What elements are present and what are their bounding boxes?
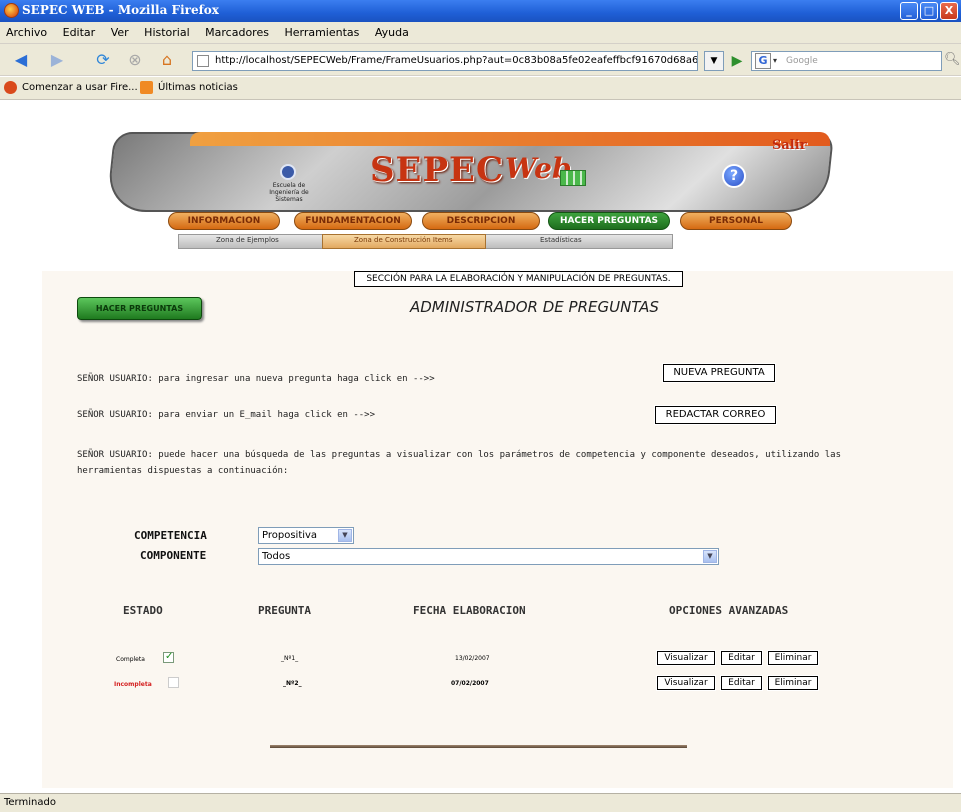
question-date: 07/02/2007: [451, 680, 489, 687]
page-icon: [197, 55, 209, 67]
window-titlebar[interactable]: SEPEC WEB - Mozilla Firefox _ □ X: [0, 0, 961, 22]
status-text: Terminado: [4, 797, 56, 808]
status-bar: Terminado: [0, 793, 961, 812]
menu-bar: Archivo Editar Ver Historial Marcadores …: [0, 22, 961, 44]
close-button[interactable]: X: [940, 2, 958, 20]
menu-marcadores[interactable]: Marcadores: [199, 22, 275, 39]
menu-historial[interactable]: Historial: [138, 22, 195, 39]
search-message-line1: SEÑOR USUARIO: puede hacer una búsqueda …: [77, 450, 842, 460]
componente-value: Todos: [262, 551, 291, 562]
compose-email-button[interactable]: REDACTAR CORREO: [654, 405, 777, 425]
banner-orange-stripe: [190, 132, 830, 146]
minimize-button[interactable]: _: [900, 2, 918, 20]
bookmark-latest-news[interactable]: Últimas noticias: [158, 82, 238, 93]
header-opciones: OPCIONES AVANZADAS: [669, 604, 789, 617]
bookmarks-bar: Comenzar a usar Fire... Últimas noticias: [0, 77, 961, 100]
competencia-value: Propositiva: [262, 530, 318, 541]
back-arrow-icon[interactable]: ◀: [10, 51, 32, 69]
chevron-down-icon[interactable]: ▼: [703, 550, 717, 563]
componente-label: COMPONENTE: [140, 549, 207, 562]
firefox-icon: [4, 3, 19, 18]
menu-archivo[interactable]: Archivo: [0, 22, 53, 39]
editar-button[interactable]: Editar: [720, 650, 763, 666]
question-number: _Nº2_: [283, 680, 302, 687]
section-tooltip: SECCIÓN PARA LA ELABORACIÓN Y MANIPULACI…: [354, 271, 683, 287]
visualizar-button[interactable]: Visualizar: [656, 675, 716, 691]
search-placeholder: Google: [786, 56, 818, 66]
school-logo-text: Escuela de Ingeniería de Sistemas: [269, 182, 309, 203]
menu-editar[interactable]: Editar: [57, 22, 102, 39]
battery-bars-icon: [560, 170, 586, 186]
divider: [270, 745, 687, 748]
navigation-toolbar: ◀ ▶ ⟳ ⊗ ⌂ http://localhost/SEPECWeb/Fram…: [0, 44, 961, 76]
subtab-zona-ejemplos[interactable]: Zona de Ejemplos: [216, 236, 279, 244]
go-arrow-icon[interactable]: ▶: [728, 51, 746, 71]
header-pregunta: PREGUNTA: [258, 604, 311, 617]
eliminar-button[interactable]: Eliminar: [767, 675, 819, 691]
search-engine-dropdown-icon[interactable]: ▾: [773, 52, 777, 70]
visualizar-button[interactable]: Visualizar: [656, 650, 716, 666]
tab-fundamentacion[interactable]: FUNDAMENTACION: [294, 212, 412, 230]
editar-button[interactable]: Editar: [720, 675, 763, 691]
status-text: Incompleta: [114, 681, 152, 688]
question-number: _Nº1_: [281, 655, 299, 662]
competencia-select[interactable]: Propositiva ▼: [258, 527, 354, 544]
menu-ayuda[interactable]: Ayuda: [369, 22, 415, 39]
tab-personal[interactable]: PERSONAL: [680, 212, 792, 230]
school-logo-icon: [280, 164, 296, 180]
stop-icon[interactable]: ⊗: [124, 51, 146, 69]
question-date: 13/02/2007: [455, 655, 490, 662]
tab-hacer-preguntas[interactable]: HACER PREGUNTAS: [548, 212, 670, 230]
help-icon[interactable]: ?: [722, 164, 746, 188]
salir-button[interactable]: Salir: [772, 138, 807, 153]
menu-herramientas[interactable]: Herramientas: [278, 22, 365, 39]
componente-select[interactable]: Todos ▼: [258, 548, 719, 565]
google-icon[interactable]: G: [755, 53, 771, 69]
eliminar-button[interactable]: Eliminar: [767, 650, 819, 666]
search-field[interactable]: G ▾ Google: [751, 51, 942, 71]
window-title: SEPEC WEB - Mozilla Firefox: [22, 3, 219, 17]
menu-ver[interactable]: Ver: [105, 22, 135, 39]
tab-descripcion[interactable]: DESCRIPCION: [422, 212, 540, 230]
chevron-down-icon[interactable]: ▼: [338, 529, 352, 542]
new-question-message: SEÑOR USUARIO: para ingresar una nueva p…: [77, 374, 435, 384]
header-estado: ESTADO: [123, 604, 163, 617]
new-question-button[interactable]: NUEVA PREGUNTA: [662, 363, 776, 383]
status-checkbox[interactable]: [163, 651, 174, 663]
subtab-estadisticas[interactable]: Estadísticas: [540, 236, 582, 244]
status-text: Completa: [116, 656, 145, 663]
url-dropdown-button[interactable]: ▼: [704, 51, 724, 71]
search-message-line2: herramientas dispuestas a continuación:: [77, 466, 289, 476]
competencia-label: COMPETENCIA: [134, 529, 207, 542]
url-text: http://localhost/SEPECWeb/Frame/FrameUsu…: [215, 55, 698, 66]
maximize-button[interactable]: □: [920, 2, 938, 20]
subtab-zona-construccion[interactable]: Zona de Construcción Items: [354, 236, 453, 244]
sepec-title: SEPEC: [370, 150, 505, 190]
hacer-preguntas-button[interactable]: HACER PREGUNTAS: [77, 297, 202, 320]
reload-icon[interactable]: ⟳: [92, 51, 114, 69]
bookmark-getting-started[interactable]: Comenzar a usar Fire...: [22, 82, 138, 93]
home-icon[interactable]: ⌂: [156, 51, 178, 69]
header-fecha: FECHA ELABORACION: [413, 604, 526, 617]
tab-informacion[interactable]: INFORMACION: [168, 212, 280, 230]
email-message: SEÑOR USUARIO: para enviar un E_mail hag…: [77, 410, 376, 420]
page-title: ADMINISTRADOR DE PREGUNTAS: [410, 298, 659, 316]
rss-icon: [140, 81, 153, 94]
firefox-bookmark-icon: [4, 81, 17, 94]
status-checkbox[interactable]: [168, 677, 179, 688]
url-field[interactable]: http://localhost/SEPECWeb/Frame/FrameUsu…: [192, 51, 698, 71]
search-magnifier-icon[interactable]: 🔍︎: [944, 52, 961, 67]
forward-arrow-icon[interactable]: ▶: [46, 51, 68, 69]
